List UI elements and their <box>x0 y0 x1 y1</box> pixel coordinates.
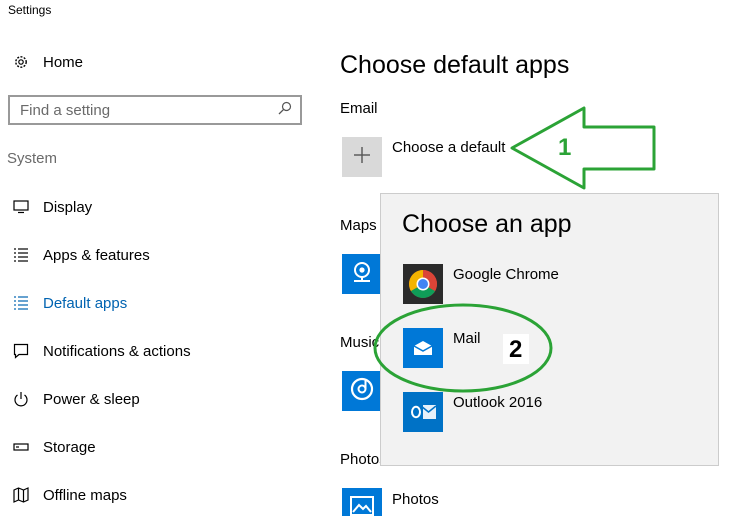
annotation-arrow <box>510 106 656 190</box>
annotation-label-1: 1 <box>558 134 572 161</box>
annotation-label-2: 2 <box>509 336 523 363</box>
annotation-overlay <box>373 106 656 393</box>
